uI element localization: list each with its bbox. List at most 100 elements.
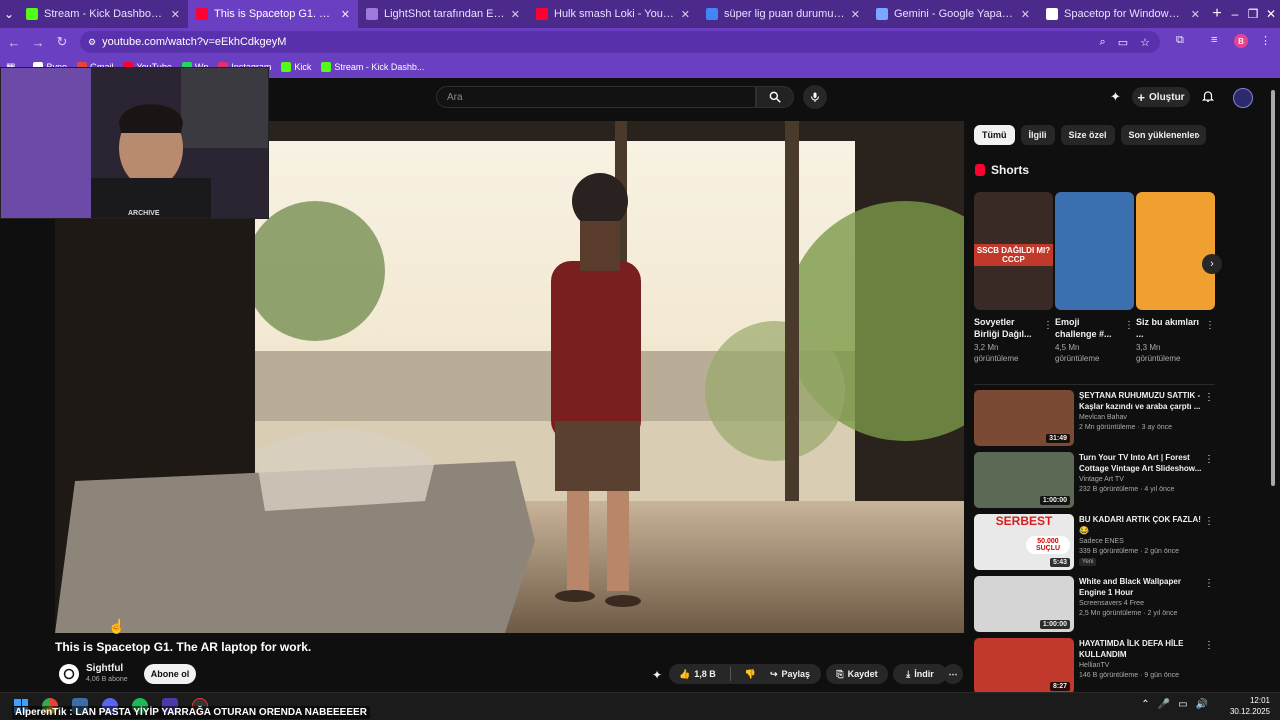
search-button[interactable] <box>756 86 794 108</box>
media-icon[interactable]: ≡ <box>1211 34 1217 46</box>
extensions-icon[interactable]: ⧉ <box>1176 34 1184 47</box>
shorts-next-button[interactable]: › <box>1202 254 1222 274</box>
create-button[interactable]: + Oluştur <box>1132 87 1190 107</box>
tab-close-icon[interactable]: ✕ <box>511 8 520 21</box>
more-actions-icon[interactable]: ⋮ <box>1204 516 1214 527</box>
video-title: White and Black Wallpaper Engine 1 Hour <box>1079 577 1181 597</box>
cast-icon[interactable]: ▭ <box>1118 36 1128 49</box>
browser-tab[interactable]: This is Spacetop G1. The AR lap ✕ <box>188 0 358 28</box>
tray-icons[interactable]: ⌃🎤▭🔊 <box>1141 699 1216 710</box>
browser-tab[interactable]: Stream - Kick Dashboard ✕ <box>18 0 188 28</box>
short-more-icon[interactable]: ⋮ <box>1205 320 1215 331</box>
forward-button[interactable]: → <box>26 35 50 50</box>
save-button[interactable]: ⎘ Kaydet <box>826 664 888 684</box>
short-card[interactable]: Emoji challenge #... 4,5 Mn görüntüleme ⋮ <box>1055 192 1134 364</box>
filter-chip[interactable]: İlgili <box>1020 125 1055 145</box>
recommendation-item[interactable]: 31:49 ŞEYTANA RUHUMUZU SATTIK - Kaşlar ka… <box>974 390 1214 448</box>
profile-avatar[interactable]: B <box>1234 34 1248 48</box>
restore-button[interactable]: ❐ <box>1244 7 1262 21</box>
video-thumbnail[interactable]: 8:27 <box>974 638 1074 694</box>
browser-tab[interactable]: Hulk smash Loki - YouTube ✕ <box>528 0 698 28</box>
short-thumbnail[interactable] <box>1055 192 1134 310</box>
site-info-icon[interactable]: ⚙ <box>88 37 96 48</box>
more-actions-icon[interactable]: ⋮ <box>1204 454 1214 465</box>
system-clock[interactable]: 12:01 30.12.2025 <box>1230 695 1270 717</box>
like-button[interactable]: 👍 1,8 B <box>679 669 716 680</box>
notifications-icon[interactable] <box>1201 89 1215 108</box>
channel-name[interactable]: Sadece ENES <box>1079 538 1124 545</box>
filter-chip[interactable]: Size özel <box>1060 125 1115 145</box>
channel-name[interactable]: HellianTV <box>1079 662 1109 669</box>
channel-name[interactable]: Screensavers 4 Free <box>1079 600 1144 607</box>
short-card[interactable]: SSCB DAĞILDI MI? CCCP Sovyetler Birliği D… <box>974 192 1053 364</box>
tab-favicon-icon <box>876 8 888 20</box>
short-thumbnail[interactable]: SSCB DAĞILDI MI? CCCP <box>974 192 1053 310</box>
video-duration: 1:00:00 <box>1039 496 1070 505</box>
download-label: İndir <box>914 669 934 679</box>
browser-tab[interactable]: Spacetop for Windows | AR So ✕ <box>1038 0 1208 28</box>
voice-search-button[interactable] <box>803 85 827 109</box>
more-actions-button[interactable]: ⋯ <box>943 664 963 684</box>
recommendation-item[interactable]: SERBEST 50.000 SUÇLU 5:43 BU KADARI ARTIK Ç… <box>974 514 1214 572</box>
account-avatar[interactable] <box>1233 88 1253 108</box>
more-actions-icon[interactable]: ⋮ <box>1204 392 1214 403</box>
browser-tab[interactable]: süper lig puan durumu - Googl ✕ <box>698 0 868 28</box>
chips-next-icon[interactable]: › <box>1196 128 1200 142</box>
scrollbar-thumb[interactable] <box>1271 90 1275 486</box>
bookmark-item[interactable]: Kick <box>281 62 311 72</box>
video-meta: 2 Mn görüntüleme · 3 ay önce <box>1079 424 1172 431</box>
bookmark-star-icon[interactable]: ☆ <box>1140 36 1150 49</box>
tab-close-icon[interactable]: ✕ <box>1191 8 1200 21</box>
channel-avatar[interactable] <box>59 664 79 684</box>
tab-close-icon[interactable]: ✕ <box>171 8 180 21</box>
tab-title: This is Spacetop G1. The AR lap <box>214 8 335 20</box>
subscribe-button[interactable]: Abone ol <box>144 664 196 684</box>
shelf-divider <box>974 384 1215 385</box>
cast-icon[interactable]: ✦ <box>1110 89 1121 105</box>
reload-button[interactable]: ↻ <box>50 34 74 50</box>
browser-tab[interactable]: LightShot tarafından Ekran Gör ✕ <box>358 0 528 28</box>
channel-name[interactable]: Sightful <box>86 663 123 674</box>
video-thumbnail[interactable]: 1:00:00 <box>974 576 1074 632</box>
new-tab-button[interactable]: + <box>1208 5 1226 23</box>
short-more-icon[interactable]: ⋮ <box>1043 320 1053 331</box>
channel-name[interactable]: Mevlcan Bahav <box>1079 414 1127 421</box>
tab-favicon-icon <box>366 8 378 20</box>
share-button[interactable]: ↪ Paylaş <box>759 664 821 684</box>
dislike-button[interactable]: 👎 <box>745 669 756 680</box>
zoom-icon[interactable]: ⌕ <box>1100 36 1106 49</box>
ask-ai-icon[interactable]: ✦ <box>652 668 662 682</box>
video-thumbnail[interactable]: 1:00:00 <box>974 452 1074 508</box>
recommendation-item[interactable]: 1:00:00 Turn Your TV Into Art | Forest Co… <box>974 452 1214 510</box>
tab-close-icon[interactable]: ✕ <box>1021 8 1030 21</box>
tab-close-icon[interactable]: ✕ <box>341 8 350 21</box>
more-actions-icon[interactable]: ⋮ <box>1204 640 1214 651</box>
tab-close-icon[interactable]: ✕ <box>681 8 690 21</box>
browser-menu-icon[interactable]: ⋮ <box>1260 34 1271 47</box>
thumbs-down-icon: 👎 <box>744 668 756 679</box>
short-thumbnail[interactable] <box>1136 192 1215 310</box>
recommendation-item[interactable]: 8:27 HAYATIMDA İLK DEFA HİLE KULLANDIM Hel… <box>974 638 1214 696</box>
search-input[interactable]: Ara <box>436 86 756 108</box>
minimize-button[interactable]: – <box>1226 7 1244 21</box>
video-thumbnail[interactable]: 31:49 <box>974 390 1074 446</box>
short-card[interactable]: Siz bu akımları ... 3,3 Mn görüntüleme ⋮ <box>1136 192 1215 364</box>
filter-chip[interactable]: Son yüklenenler <box>1120 125 1207 145</box>
page-scrollbar[interactable] <box>1270 82 1276 686</box>
filter-chip[interactable]: Tümü <box>974 125 1015 145</box>
recommendation-item[interactable]: 1:00:00 White and Black Wallpaper Engine … <box>974 576 1214 634</box>
video-thumbnail[interactable]: SERBEST 50.000 SUÇLU 5:43 <box>974 514 1074 570</box>
channel-name[interactable]: Vintage Art TV <box>1079 476 1124 483</box>
tab-search-button[interactable]: ⌄ <box>0 7 18 21</box>
tab-close-icon[interactable]: ✕ <box>851 8 860 21</box>
url-bar[interactable]: ⚙ youtube.com/watch?v=eEkhCdkgeyM ⌕ ▭ ☆ <box>80 31 1160 53</box>
tab-title: Stream - Kick Dashboard <box>44 8 165 20</box>
close-window-button[interactable]: ✕ <box>1262 7 1280 21</box>
bookmark-icon: ⎘ <box>836 668 844 679</box>
back-button[interactable]: ← <box>2 35 26 50</box>
download-button[interactable]: ⤓ İndir <box>893 664 947 684</box>
browser-tab[interactable]: Gemini - Google Yapay Zeka'ya ✕ <box>868 0 1038 28</box>
short-more-icon[interactable]: ⋮ <box>1124 320 1134 331</box>
more-actions-icon[interactable]: ⋮ <box>1204 578 1214 589</box>
bookmark-item[interactable]: Stream - Kick Dashb... <box>321 62 424 72</box>
